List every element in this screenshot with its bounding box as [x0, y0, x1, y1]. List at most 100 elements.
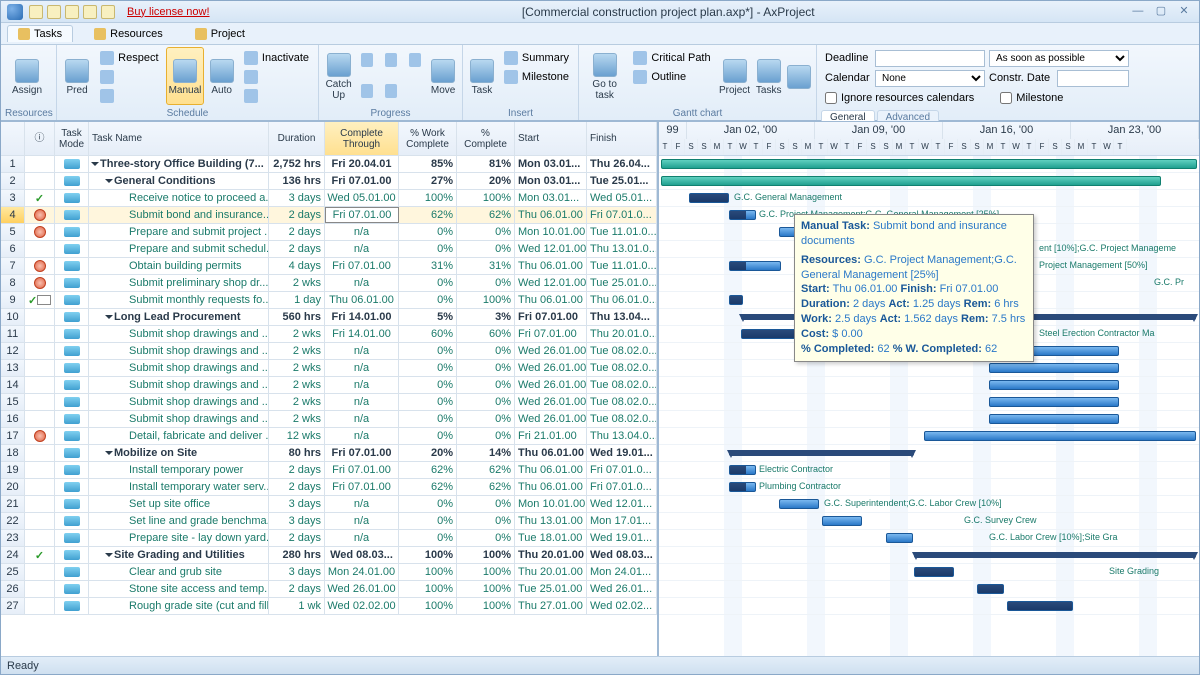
- row-work-complete[interactable]: 0%: [399, 241, 457, 257]
- row-mode[interactable]: [55, 564, 89, 580]
- row-duration[interactable]: 1 day: [269, 292, 325, 308]
- row-duration[interactable]: 2 wks: [269, 394, 325, 410]
- row-start[interactable]: Wed 26.01.00: [515, 394, 587, 410]
- gantt-bar[interactable]: [779, 499, 819, 509]
- inactivate-button[interactable]: Inactivate: [239, 49, 314, 67]
- row-work-complete[interactable]: 0%: [399, 343, 457, 359]
- row-complete-through[interactable]: n/a: [325, 377, 399, 393]
- row-finish[interactable]: Thu 13.04...: [587, 309, 657, 325]
- table-row[interactable]: 6Prepare and submit schedul...2 daysn/a0…: [1, 241, 657, 258]
- gantt-bar[interactable]: [989, 380, 1119, 390]
- row-number[interactable]: 6: [1, 241, 25, 257]
- row-finish[interactable]: Wed 05.01...: [587, 190, 657, 206]
- row-start[interactable]: Mon 03.01...: [515, 173, 587, 189]
- row-start[interactable]: Thu 13.01.00: [515, 513, 587, 529]
- table-row[interactable]: 2General Conditions136 hrsFri 07.01.0027…: [1, 173, 657, 190]
- row-number[interactable]: 21: [1, 496, 25, 512]
- row-number[interactable]: 19: [1, 462, 25, 478]
- row-start[interactable]: Wed 26.01.00: [515, 360, 587, 376]
- row-task-name[interactable]: Submit preliminary shop dr...: [89, 275, 269, 291]
- table-row[interactable]: 21Set up site office3 daysn/a0%0%Mon 10.…: [1, 496, 657, 513]
- critical-button[interactable]: Critical Path: [628, 49, 715, 67]
- row-start[interactable]: Thu 06.01.00: [515, 462, 587, 478]
- row-start[interactable]: Thu 06.01.00: [515, 479, 587, 495]
- row-finish[interactable]: Tue 11.01.0...: [587, 258, 657, 274]
- row-task-name[interactable]: Long Lead Procurement: [89, 309, 269, 325]
- row-start[interactable]: Thu 06.01.00: [515, 207, 587, 223]
- row-work-complete[interactable]: 100%: [399, 564, 457, 580]
- gantt-bar[interactable]: [661, 176, 1161, 186]
- row-complete-through[interactable]: Fri 07.01.00: [325, 258, 399, 274]
- row-complete-through[interactable]: Mon 24.01.00: [325, 564, 399, 580]
- row-complete[interactable]: 0%: [457, 513, 515, 529]
- row-mode[interactable]: [55, 598, 89, 614]
- table-row[interactable]: 12Submit shop drawings and ...2 wksn/a0%…: [1, 343, 657, 360]
- row-duration[interactable]: 3 days: [269, 496, 325, 512]
- col-work-complete[interactable]: % Work Complete: [399, 122, 457, 155]
- row-work-complete[interactable]: 0%: [399, 411, 457, 427]
- row-duration[interactable]: 2 days: [269, 462, 325, 478]
- row-mode[interactable]: [55, 428, 89, 444]
- row-complete-through[interactable]: n/a: [325, 496, 399, 512]
- row-finish[interactable]: Wed 12.01...: [587, 496, 657, 512]
- row-complete-through[interactable]: n/a: [325, 513, 399, 529]
- gantt-bar[interactable]: [822, 516, 862, 526]
- row-complete-through[interactable]: Wed 05.01.00: [325, 190, 399, 206]
- row-work-complete[interactable]: 20%: [399, 445, 457, 461]
- row-number[interactable]: 4: [1, 207, 25, 223]
- row-number[interactable]: 25: [1, 564, 25, 580]
- gantt-bar[interactable]: [729, 295, 743, 305]
- row-number[interactable]: 8: [1, 275, 25, 291]
- milestone-checkbox[interactable]: [1000, 92, 1012, 104]
- row-task-name[interactable]: Detail, fabricate and deliver ...: [89, 428, 269, 444]
- table-row[interactable]: 20Install temporary water serv...2 daysF…: [1, 479, 657, 496]
- row-work-complete[interactable]: 100%: [399, 547, 457, 563]
- row-task-name[interactable]: Set line and grade benchma...: [89, 513, 269, 529]
- row-finish[interactable]: Tue 08.02.0...: [587, 377, 657, 393]
- row-work-complete[interactable]: 5%: [399, 309, 457, 325]
- table-row[interactable]: 3✓Receive notice to proceed a...3 daysWe…: [1, 190, 657, 207]
- row-finish[interactable]: Mon 17.01...: [587, 513, 657, 529]
- table-row[interactable]: 13Submit shop drawings and ...2 wksn/a0%…: [1, 360, 657, 377]
- row-task-name[interactable]: Clear and grub site: [89, 564, 269, 580]
- table-row[interactable]: 17Detail, fabricate and deliver ...12 wk…: [1, 428, 657, 445]
- row-number[interactable]: 15: [1, 394, 25, 410]
- row-number[interactable]: 9: [1, 292, 25, 308]
- gantt-bar[interactable]: [1007, 601, 1073, 611]
- row-number[interactable]: 11: [1, 326, 25, 342]
- row-start[interactable]: Mon 10.01.00: [515, 224, 587, 240]
- row-complete[interactable]: 0%: [457, 394, 515, 410]
- row-number[interactable]: 12: [1, 343, 25, 359]
- gantt-bar[interactable]: [689, 193, 729, 203]
- table-row[interactable]: 1Three-story Office Building (7...2,752 …: [1, 156, 657, 173]
- row-number[interactable]: 16: [1, 411, 25, 427]
- row-number[interactable]: 22: [1, 513, 25, 529]
- row-complete-through[interactable]: Fri 14.01.00: [325, 309, 399, 325]
- row-start[interactable]: Mon 03.01...: [515, 156, 587, 172]
- manual-button[interactable]: Manual: [166, 47, 205, 105]
- row-complete-through[interactable]: Fri 07.01.00: [325, 479, 399, 495]
- row-start[interactable]: Fri 21.01.00: [515, 428, 587, 444]
- row-mode[interactable]: [55, 547, 89, 563]
- gantt-row[interactable]: [659, 530, 1199, 547]
- table-row[interactable]: 14Submit shop drawings and ...2 wksn/a0%…: [1, 377, 657, 394]
- row-task-name[interactable]: Mobilize on Site: [89, 445, 269, 461]
- row-finish[interactable]: Thu 06.01.0...: [587, 292, 657, 308]
- sched-opt2[interactable]: [239, 87, 314, 105]
- row-complete[interactable]: 60%: [457, 326, 515, 342]
- prog-25[interactable]: [356, 51, 378, 69]
- row-complete[interactable]: 62%: [457, 479, 515, 495]
- row-complete[interactable]: 100%: [457, 292, 515, 308]
- row-finish[interactable]: Thu 26.04...: [587, 156, 657, 172]
- table-row[interactable]: 18Mobilize on Site80 hrsFri 07.01.0020%1…: [1, 445, 657, 462]
- row-complete[interactable]: 0%: [457, 428, 515, 444]
- row-work-complete[interactable]: 0%: [399, 360, 457, 376]
- row-task-name[interactable]: Install temporary water serv...: [89, 479, 269, 495]
- row-mode[interactable]: [55, 530, 89, 546]
- row-duration[interactable]: 2 wks: [269, 411, 325, 427]
- gantt-bar[interactable]: [729, 210, 756, 220]
- row-complete-through[interactable]: n/a: [325, 224, 399, 240]
- table-row[interactable]: 11Submit shop drawings and ...2 wksFri 1…: [1, 326, 657, 343]
- app-icon[interactable]: [7, 4, 23, 20]
- row-mode[interactable]: [55, 241, 89, 257]
